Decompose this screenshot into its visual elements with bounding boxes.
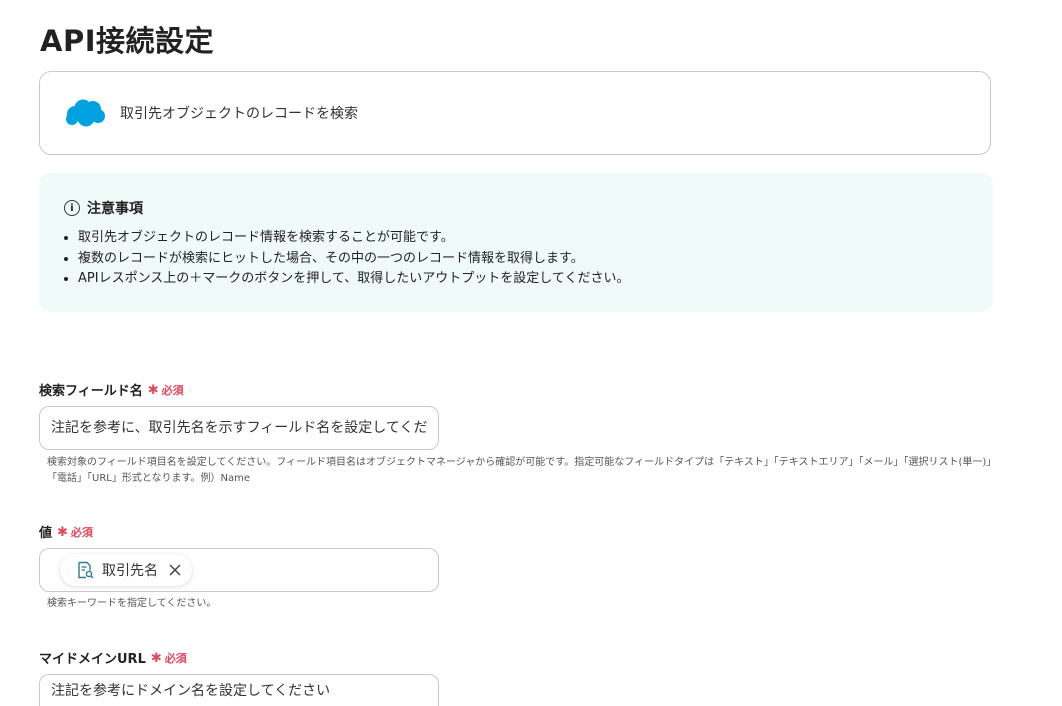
salesforce-cloud-icon: [66, 99, 105, 127]
value-label-text: 値: [39, 526, 53, 541]
domain-url-label-text: マイドメインURL: [39, 652, 146, 667]
search-field-label-text: 検索フィールド名: [39, 384, 143, 399]
value-help: 検索キーワードを指定してください。: [47, 598, 217, 609]
value-chip[interactable]: 取引先名: [60, 554, 192, 586]
notice-item: 複数のレコードが検索にヒットした場合、その中の一つのレコード情報を取得します。: [78, 249, 968, 270]
notice-heading: i 注意事項: [64, 198, 968, 218]
domain-url-input[interactable]: [39, 674, 439, 706]
required-badge: ✱ 必須: [147, 382, 184, 398]
notice-heading-text: 注意事項: [87, 201, 143, 217]
search-field-label: 検索フィールド名 ✱ 必須: [39, 380, 184, 400]
notice-item: 取引先オブジェクトのレコード情報を検索することが可能です。: [78, 228, 968, 249]
notice-item: APIレスポンス上の＋マークのボタンを押して、取得したいアウトプットを設定してく…: [78, 269, 968, 290]
info-icon: i: [64, 200, 80, 216]
search-field-help: 検索対象のフィールド項目名を設定してください。フィールド項目名はオブジェクトマネ…: [47, 457, 997, 484]
action-name: 取引先オブジェクトのレコードを検索: [120, 106, 358, 122]
search-field-input[interactable]: [39, 406, 439, 450]
page-title: API接続設定: [40, 24, 214, 58]
app-action-card: 取引先オブジェクトのレコードを検索: [39, 71, 991, 155]
notice-box: i 注意事項 取引先オブジェクトのレコード情報を検索することが可能です。 複数の…: [39, 173, 993, 312]
value-input[interactable]: 取引先名: [39, 548, 439, 592]
notice-list: 取引先オブジェクトのレコード情報を検索することが可能です。 複数のレコードが検索…: [64, 228, 968, 290]
close-icon[interactable]: [168, 563, 182, 577]
value-label: 値 ✱ 必須: [39, 522, 93, 542]
required-badge: ✱ 必須: [150, 650, 187, 666]
document-search-icon: [78, 561, 94, 579]
value-chip-text: 取引先名: [102, 563, 158, 579]
required-badge: ✱ 必須: [57, 524, 93, 540]
domain-url-label: マイドメインURL ✱ 必須: [39, 648, 187, 668]
